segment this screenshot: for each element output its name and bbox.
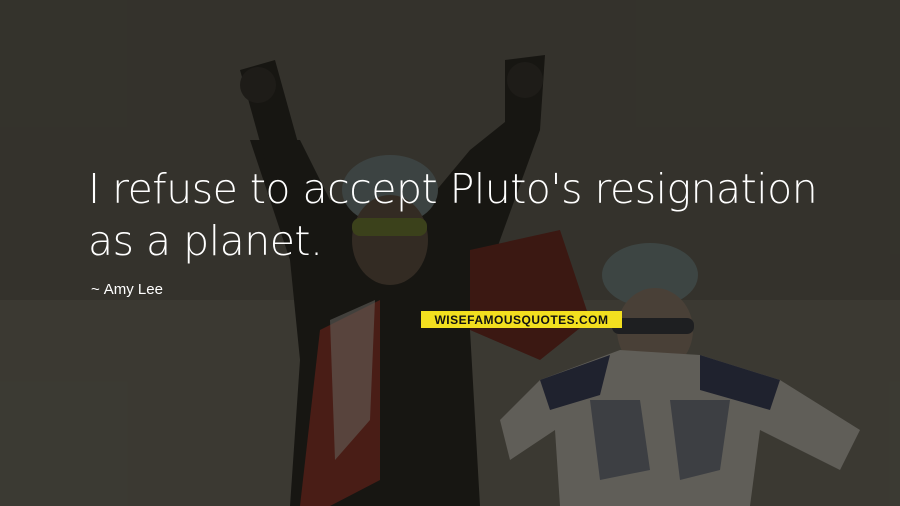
quote-text: I refuse to accept Pluto's resignation a… <box>88 165 818 265</box>
author-name[interactable]: Amy Lee <box>104 281 163 298</box>
quote-author[interactable]: ~ Amy Lee <box>91 281 163 298</box>
author-prefix: ~ <box>91 281 100 298</box>
site-watermark-logo: WISEFAMOUSQUOTES.COM <box>421 311 622 328</box>
